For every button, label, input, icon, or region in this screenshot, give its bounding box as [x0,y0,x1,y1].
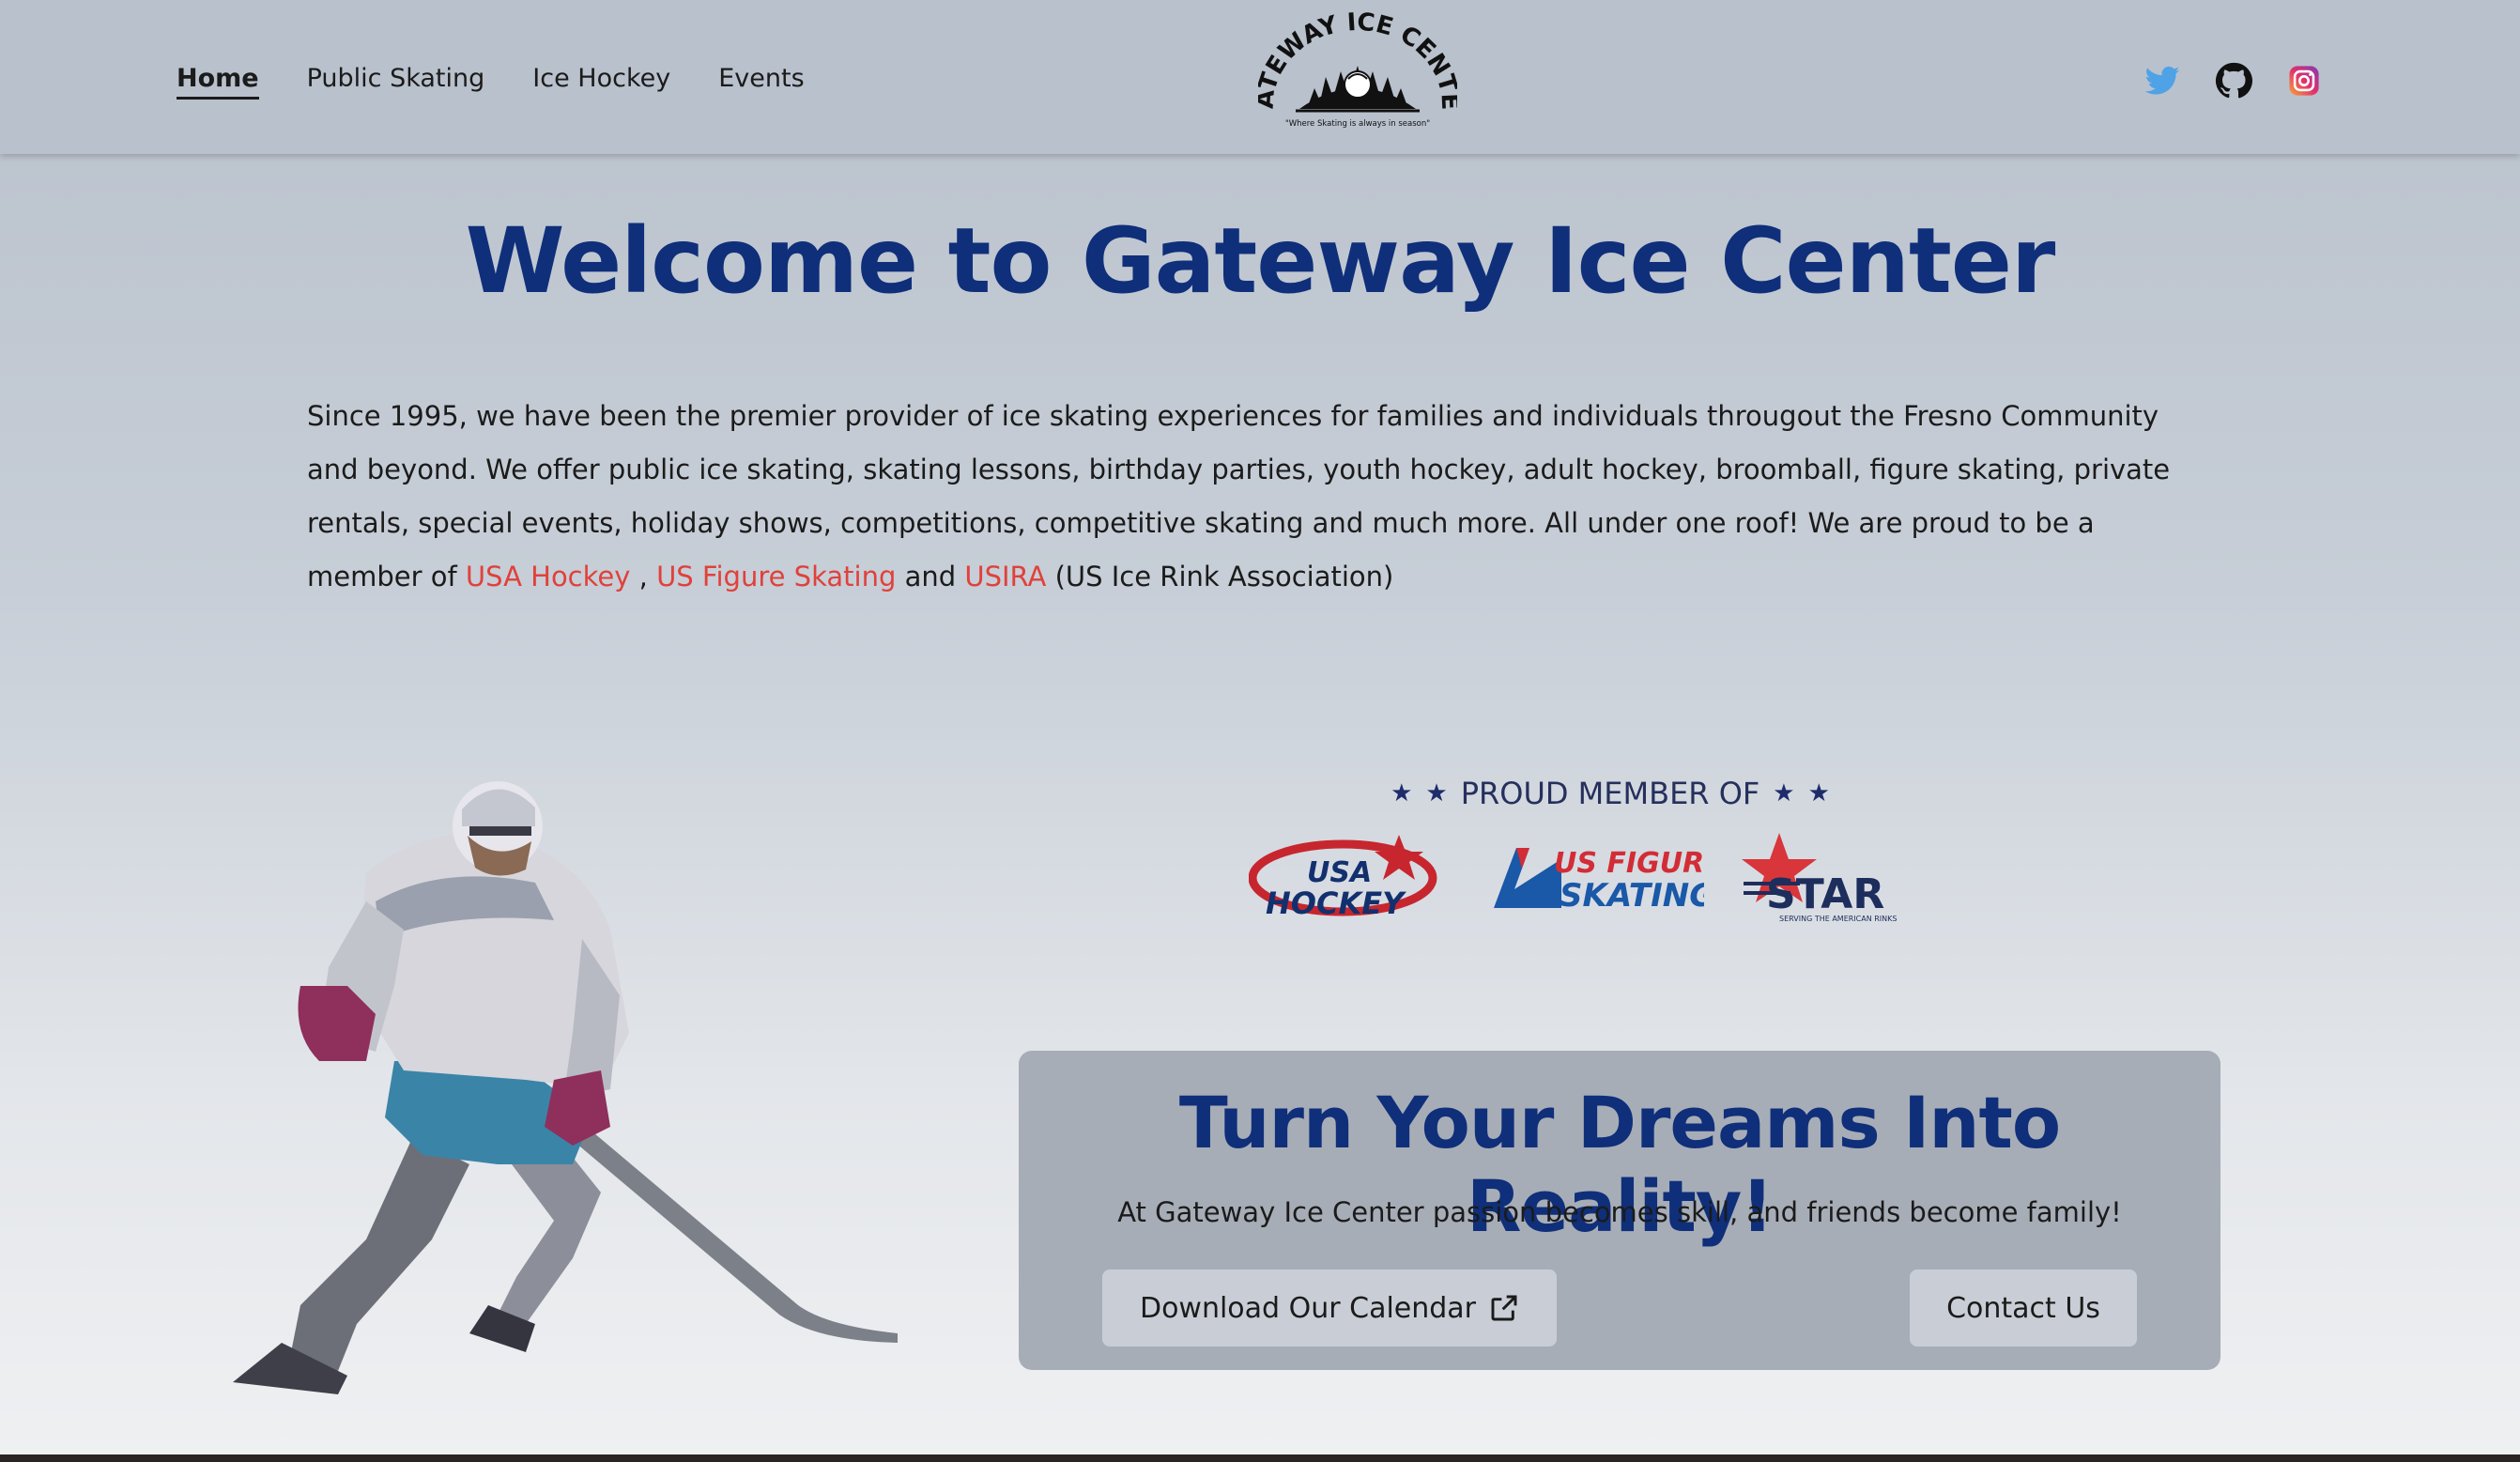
proud-member-heading: ★ ★ PROUD MEMBER OF ★ ★ [1380,770,1840,817]
download-calendar-button[interactable]: Download Our Calendar [1102,1270,1557,1347]
star-icon: ★ [1425,779,1448,808]
star-icon: ★ [1391,779,1413,808]
contact-us-button[interactable]: Contact Us [1910,1270,2137,1347]
nav-home[interactable]: Home [177,64,259,100]
us-figure-skating-link[interactable]: US Figure Skating [656,561,896,592]
usira-link[interactable]: USIRA [964,561,1046,592]
skating-text: SKATING [1560,877,1704,915]
twitter-icon[interactable] [2144,62,2181,100]
us-figure-skating-logo[interactable]: US FIGURE SKATING [1488,840,1704,916]
nav-links: Home Public Skating Ice Hockey Events [177,64,805,100]
us-figure-text: US FIGURE [1554,847,1704,880]
download-calendar-label: Download Our Calendar [1139,1291,1477,1325]
gateway-ice-center-logo[interactable]: GATEWAY ICE CENTER "Where Skating is alw… [1258,11,1457,133]
github-icon[interactable] [2215,62,2252,100]
hockey-player-image [233,781,898,1394]
external-link-icon [1491,1295,1517,1321]
star-icon: ★ [1773,779,1795,808]
footer-edge [0,1454,2520,1462]
and-separator: and [904,561,957,592]
usa-hockey-usa: USA [1307,856,1372,889]
nav-events[interactable]: Events [718,64,804,100]
logo-tagline: "Where Skating is always in season" [1285,119,1430,129]
intro-paragraph: Since 1995, we have been the premier pro… [307,390,2213,604]
star-usira-logo[interactable]: STAR SERVING THE AMERICAN RINKS [1742,831,1958,925]
instagram-icon[interactable] [2288,65,2320,97]
cta-subtitle: At Gateway Ice Center passion becomes sk… [1117,1196,2122,1228]
navbar: Home Public Skating Ice Hockey Events GA… [0,0,2520,154]
usa-hockey-link[interactable]: USA Hockey [466,561,631,592]
usa-hockey-hockey: HOCKEY [1266,885,1406,921]
page-title: Welcome to Gateway Ice Center [465,208,2056,314]
cta-card: Turn Your Dreams Into Reality! At Gatewa… [1019,1051,2220,1370]
proud-member-text: PROUD MEMBER OF [1460,776,1760,811]
star-tagline: SERVING THE AMERICAN RINKS [1779,915,1897,923]
star-icon: ★ [1807,779,1830,808]
usira-suffix: (US Ice Rink Association) [1054,561,1394,592]
comma-separator: , [638,561,648,592]
usa-hockey-logo[interactable]: USA HOCKEY [1249,831,1446,925]
nav-public-skating[interactable]: Public Skating [307,64,485,100]
nav-ice-hockey[interactable]: Ice Hockey [532,64,670,100]
